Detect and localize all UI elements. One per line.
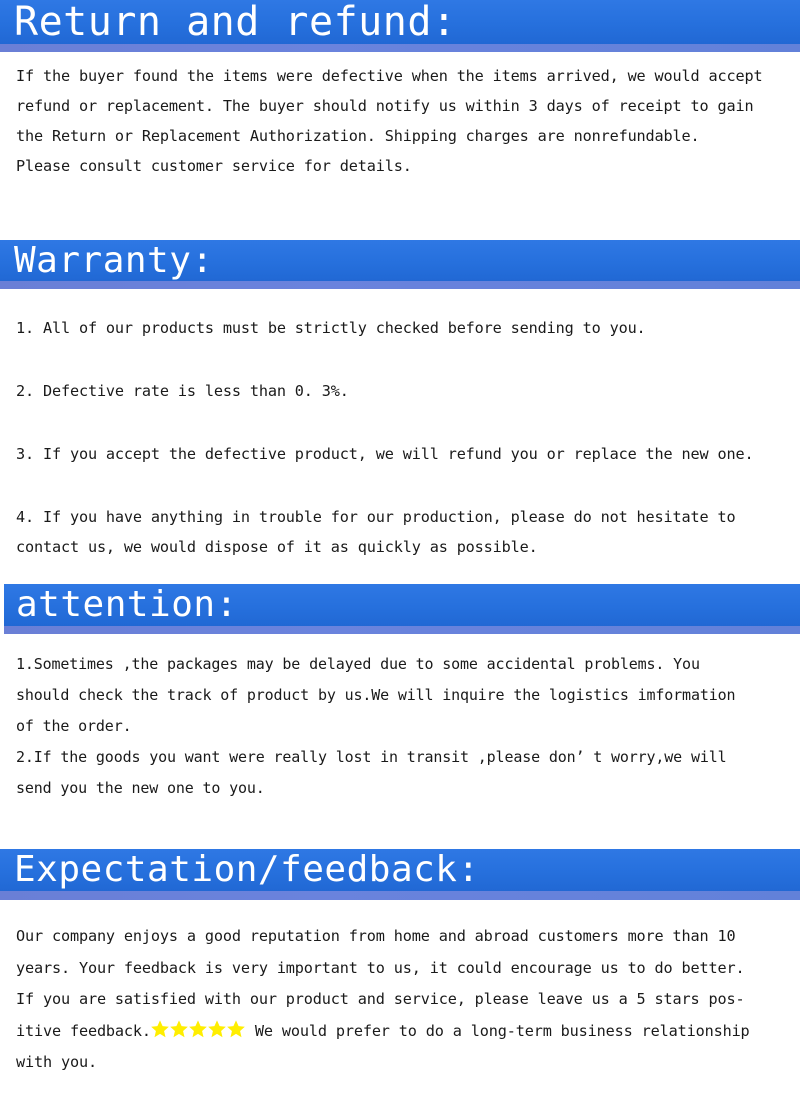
header-accent-strip (0, 44, 800, 52)
section-heading-text: Expectation/feedback: (14, 849, 480, 890)
header-bar: Expectation/feedback: (0, 849, 800, 891)
header-bar: Warranty: (0, 240, 800, 281)
header-bar: Return and refund: (0, 0, 800, 44)
header-accent-strip (0, 891, 800, 900)
return-policy-paragraph: If the buyer found the items were defect… (16, 67, 763, 175)
section-header-attention: attention: (0, 584, 800, 634)
warranty-item: 4. If you have anything in trouble for o… (16, 508, 736, 556)
header-accent-strip (0, 281, 800, 289)
section-header-warranty: Warranty: (0, 240, 800, 289)
attention-items-list: 1.Sometimes ,the packages may be delayed… (0, 634, 800, 804)
section-expectation-feedback: Expectation/feedback: Our company enjoys… (0, 849, 800, 1079)
section-attention: attention: 1.Sometimes ,the packages may… (0, 584, 800, 849)
section-heading-text: Warranty: (14, 239, 214, 281)
star-icon (189, 1019, 208, 1037)
section-heading-text: attention: (16, 584, 238, 625)
section-heading-text: Return and refund: (14, 0, 457, 45)
attention-item: 2.If the goods you want were really lost… (16, 748, 727, 797)
warranty-item: 2. Defective rate is less than 0. 3%. (16, 382, 349, 400)
star-icon (227, 1019, 246, 1037)
warranty-item: 3. If you accept the defective product, … (16, 445, 754, 463)
attention-item: 1.Sometimes ,the packages may be delayed… (16, 655, 736, 735)
star-icon (208, 1019, 227, 1037)
product-policy-page: Return and refund: If the buyer found th… (0, 0, 800, 1113)
section-header-expectation-feedback: Expectation/feedback: (0, 849, 800, 900)
star-icon (170, 1019, 189, 1037)
header-bar: attention: (4, 584, 800, 626)
expectation-body: Our company enjoys a good reputation fro… (0, 900, 800, 1079)
section-return-and-refund: Return and refund: If the buyer found th… (0, 0, 800, 240)
section-warranty: Warranty: 1. All of our products must be… (0, 240, 800, 584)
star-rating (151, 1019, 246, 1039)
warranty-item: 1. All of our products must be strictly … (16, 319, 646, 337)
star-icon (151, 1019, 170, 1037)
feedback-paragraph: Our company enjoys a good reputation fro… (0, 921, 800, 1079)
section-header-return-and-refund: Return and refund: (0, 0, 800, 52)
header-accent-strip (4, 626, 800, 634)
warranty-items-list: 1. All of our products must be strictly … (0, 289, 800, 562)
